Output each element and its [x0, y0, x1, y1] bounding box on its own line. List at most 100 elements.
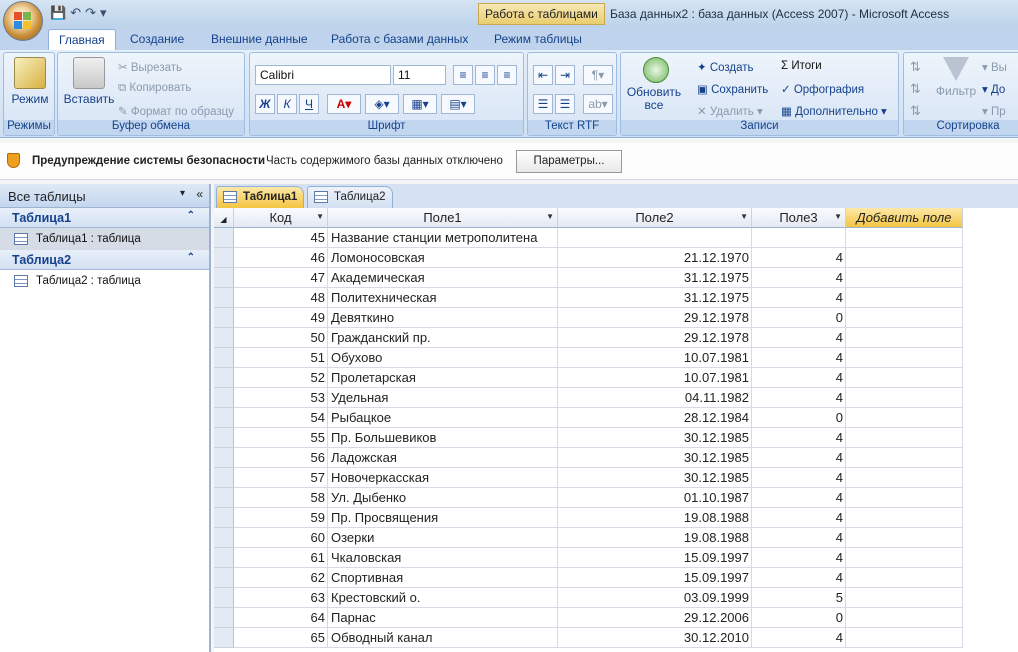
add-field-cell[interactable]: [846, 628, 963, 648]
nav-group-table1[interactable]: Таблица1 ⌃: [0, 208, 209, 228]
table-cell[interactable]: 45: [234, 228, 328, 248]
copy-button[interactable]: ⧉ Копировать: [118, 82, 191, 95]
column-header-pole3[interactable]: Поле3 ▼: [752, 208, 846, 228]
tab-home[interactable]: Главная: [48, 29, 116, 50]
table-cell[interactable]: Академическая: [328, 268, 558, 288]
table-cell[interactable]: Политехническая: [328, 288, 558, 308]
row-selector[interactable]: [214, 388, 234, 408]
table-cell[interactable]: Ладожская: [328, 448, 558, 468]
alternate-fill-icon[interactable]: ▤▾: [441, 94, 475, 114]
table-cell[interactable]: 30.12.2010: [558, 628, 752, 648]
table-cell[interactable]: Пр. Просвящения: [328, 508, 558, 528]
table-cell[interactable]: 54: [234, 408, 328, 428]
table-row[interactable]: 49 Девяткино 29.12.1978 0: [214, 308, 1018, 328]
spelling-button[interactable]: ✓ Орфография: [781, 82, 864, 96]
table-cell[interactable]: 64: [234, 608, 328, 628]
column-header-pole1[interactable]: Поле1 ▼: [328, 208, 558, 228]
table-cell[interactable]: 4: [752, 568, 846, 588]
table-cell[interactable]: 4: [752, 368, 846, 388]
table-cell[interactable]: 48: [234, 288, 328, 308]
table-cell[interactable]: 49: [234, 308, 328, 328]
font-color-icon[interactable]: A▾: [327, 94, 361, 114]
table-cell[interactable]: 46: [234, 248, 328, 268]
increase-indent-icon[interactable]: ⇥: [555, 65, 575, 85]
delete-record-button[interactable]: ✕ Удалить ▾: [697, 104, 763, 118]
table-cell[interactable]: 4: [752, 428, 846, 448]
save-icon[interactable]: 💾: [50, 5, 66, 21]
chevron-down-icon[interactable]: ▼: [740, 212, 748, 221]
paste-button[interactable]: Вставить: [62, 57, 116, 106]
table-cell[interactable]: 0: [752, 308, 846, 328]
row-selector[interactable]: [214, 428, 234, 448]
row-selector[interactable]: [214, 308, 234, 328]
undo-icon[interactable]: ↶: [70, 5, 81, 21]
add-field-cell[interactable]: [846, 528, 963, 548]
table-cell[interactable]: 30.12.1985: [558, 448, 752, 468]
table-cell[interactable]: 29.12.2006: [558, 608, 752, 628]
table-cell[interactable]: Новочеркасская: [328, 468, 558, 488]
row-selector[interactable]: [214, 288, 234, 308]
add-field-cell[interactable]: [846, 248, 963, 268]
add-field-cell[interactable]: [846, 228, 963, 248]
underline-button[interactable]: Ч: [299, 94, 319, 114]
table-cell[interactable]: 29.12.1978: [558, 328, 752, 348]
table-row[interactable]: 52 Пролетарская 10.07.1981 4: [214, 368, 1018, 388]
table-cell[interactable]: 4: [752, 288, 846, 308]
table-cell[interactable]: Крестовский о.: [328, 588, 558, 608]
table-cell[interactable]: 15.09.1997: [558, 568, 752, 588]
decrease-indent-icon[interactable]: ⇤: [533, 65, 553, 85]
advanced-button[interactable]: ▾ До: [982, 82, 1005, 96]
bold-button[interactable]: Ж: [255, 94, 275, 114]
add-field-cell[interactable]: [846, 488, 963, 508]
table-cell[interactable]: 10.07.1981: [558, 368, 752, 388]
row-selector[interactable]: [214, 228, 234, 248]
table-cell[interactable]: Спортивная: [328, 568, 558, 588]
clear-sort-icon[interactable]: ⇅: [910, 103, 921, 119]
table-row[interactable]: 60 Озерки 19.08.1988 4: [214, 528, 1018, 548]
add-field-cell[interactable]: [846, 588, 963, 608]
sort-desc-icon[interactable]: ⇅: [910, 81, 921, 97]
table-cell[interactable]: 55: [234, 428, 328, 448]
highlight-icon[interactable]: ab▾: [583, 94, 613, 114]
row-selector[interactable]: [214, 368, 234, 388]
row-selector[interactable]: [214, 328, 234, 348]
table-cell[interactable]: 56: [234, 448, 328, 468]
table-cell[interactable]: Чкаловская: [328, 548, 558, 568]
table-row[interactable]: 48 Политехническая 31.12.1975 4: [214, 288, 1018, 308]
add-field-cell[interactable]: [846, 468, 963, 488]
row-selector[interactable]: [214, 508, 234, 528]
customize-qat-icon[interactable]: ▾: [100, 5, 107, 21]
save-record-button[interactable]: ▣ Сохранить: [697, 82, 768, 96]
table-cell[interactable]: 4: [752, 328, 846, 348]
add-field-cell[interactable]: [846, 568, 963, 588]
chevron-down-icon[interactable]: ▼: [834, 212, 842, 221]
add-field-cell[interactable]: [846, 408, 963, 428]
table-cell[interactable]: 31.12.1975: [558, 288, 752, 308]
table-cell[interactable]: 61: [234, 548, 328, 568]
add-field-cell[interactable]: [846, 608, 963, 628]
table-row[interactable]: 65 Обводный канал 30.12.2010 4: [214, 628, 1018, 648]
table-cell[interactable]: 65: [234, 628, 328, 648]
table-cell[interactable]: 63: [234, 588, 328, 608]
table-cell[interactable]: 60: [234, 528, 328, 548]
table-cell[interactable]: 4: [752, 268, 846, 288]
numbered-list-icon[interactable]: ☰: [533, 94, 553, 114]
filter-button[interactable]: Фильтр: [934, 57, 978, 98]
table-cell[interactable]: Ул. Дыбенко: [328, 488, 558, 508]
font-name-combo[interactable]: Calibri: [255, 65, 391, 85]
row-selector[interactable]: [214, 248, 234, 268]
format-painter-button[interactable]: ✎ Формат по образцу: [118, 104, 234, 118]
table-cell[interactable]: 03.09.1999: [558, 588, 752, 608]
table-cell[interactable]: 4: [752, 508, 846, 528]
nav-collapse-icon[interactable]: «: [196, 187, 203, 201]
more-button[interactable]: ▦ Дополнительно ▾: [781, 104, 887, 118]
options-button[interactable]: Параметры...: [516, 150, 622, 173]
doc-tab-table2[interactable]: Таблица2: [307, 186, 393, 208]
table-cell[interactable]: 50: [234, 328, 328, 348]
table-cell[interactable]: Обухово: [328, 348, 558, 368]
office-button[interactable]: [3, 1, 43, 41]
row-selector[interactable]: [214, 568, 234, 588]
add-field-cell[interactable]: [846, 508, 963, 528]
table-cell[interactable]: 53: [234, 388, 328, 408]
nav-header[interactable]: Все таблицы ▾ «: [0, 184, 209, 208]
